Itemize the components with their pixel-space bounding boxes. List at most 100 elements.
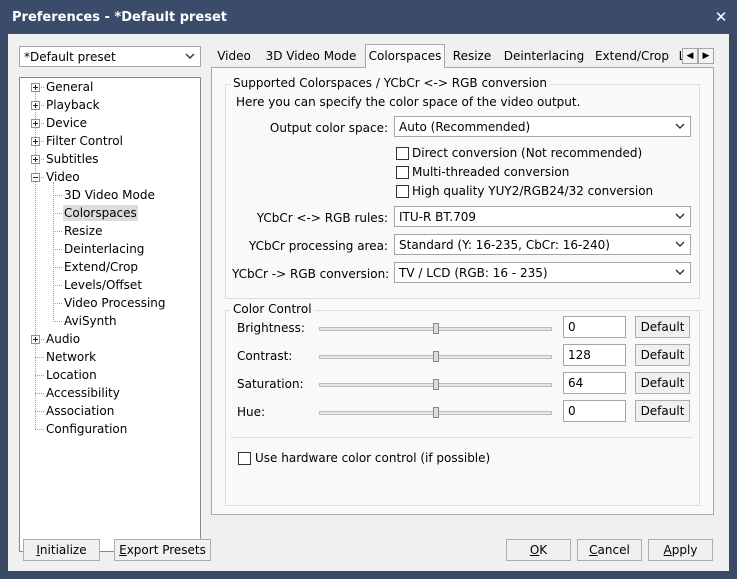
slider-thumb[interactable] [432,351,439,362]
high-quality-checkbox[interactable] [396,185,409,198]
expand-plus-icon[interactable] [31,119,40,128]
tree-item[interactable]: Audio [45,331,81,347]
tree-item[interactable]: Video Processing [63,295,167,311]
tree-item[interactable]: Configuration [45,421,128,437]
color-control-label: Contrast: [237,349,293,363]
value-field[interactable]: 64 [563,372,626,394]
expand-plus-icon[interactable] [31,155,40,164]
ok-button[interactable]: OK [506,539,571,561]
tree-item[interactable]: Network [45,349,97,365]
value-field[interactable]: 0 [563,400,626,422]
chevron-down-icon [185,50,195,62]
hardware-color-control-label: Use hardware color control (if possible) [255,451,491,465]
tree-item[interactable]: General [45,79,94,95]
tree-item[interactable]: Colorspaces [63,205,138,221]
tree-item[interactable]: Association [45,403,115,419]
tree-connector [35,375,44,376]
tree-item[interactable]: 3D Video Mode [63,187,156,203]
tree-item[interactable]: Accessibility [45,385,121,401]
export-presets-button[interactable]: Export Presets [114,539,211,561]
initialize-button[interactable]: Initialize [23,539,100,561]
multi-threaded-label: Multi-threaded conversion [412,165,570,179]
high-quality-label: High quality YUY2/RGB24/32 conversion [412,184,654,198]
close-icon[interactable]: ✕ [712,7,730,27]
tree-item[interactable]: Levels/Offset [63,277,143,293]
tree-connector [53,213,62,214]
default-button[interactable]: Default [635,344,690,366]
tab-colorspaces[interactable]: Colorspaces [365,44,445,68]
slider-thumb[interactable] [432,379,439,390]
tab-extend-crop[interactable]: Extend/Crop [593,46,671,67]
preferences-window: Preferences - *Default preset ✕ *Default… [0,0,737,579]
tab-scroll-right-icon[interactable]: ▶ [698,48,714,64]
default-button[interactable]: Default [635,316,690,338]
category-tree[interactable]: General Playback Device Filter Control Subti… [19,77,201,552]
output-color-space-label: Output color space: [269,121,388,135]
tree-item[interactable]: Device [45,115,88,131]
slider-thumb[interactable] [432,323,439,334]
expand-plus-icon[interactable] [31,137,40,146]
tree-item[interactable]: Video [45,169,81,185]
tab-resize[interactable]: Resize [449,46,495,67]
tree-connector [35,411,44,412]
window-title: Preferences - *Default preset [12,10,228,25]
dialog-client-area: *Default preset General Playback Device Fil… [8,34,729,571]
chevron-down-icon [675,238,685,250]
chevron-down-icon [675,120,685,132]
tree-connector [35,429,44,430]
tree-item[interactable]: Deinterlacing [63,241,145,257]
color-control-separator [231,437,693,438]
chevron-down-icon [675,266,685,278]
hardware-color-control-checkbox[interactable] [238,452,251,465]
tree-connector [53,321,62,322]
chevron-down-icon [675,210,685,222]
expand-plus-icon[interactable] [31,335,40,344]
rgb-rules-label: YCbCr <-> RGB rules: [256,211,388,225]
tree-item[interactable]: Extend/Crop [63,259,139,275]
output-color-space-value: Auto (Recommended) [399,120,531,134]
colorspace-description: Here you can specify the color space of … [236,95,581,109]
preset-dropdown-value: *Default preset [24,50,116,64]
tree-item[interactable]: Filter Control [45,133,124,149]
tab-3d-video-mode[interactable]: 3D Video Mode [263,46,359,67]
value-field[interactable]: 128 [563,344,626,366]
tree-item[interactable]: Subtitles [45,151,100,167]
tree-item[interactable]: Playback [45,97,101,113]
rgb-conversion-select[interactable]: TV / LCD (RGB: 16 - 235) [394,262,691,283]
default-button[interactable]: Default [635,400,690,422]
tab-scroll-left-icon[interactable]: ◀ [682,48,698,64]
cancel-button[interactable]: Cancel [577,539,642,561]
multi-threaded-checkbox[interactable] [396,166,409,179]
rgb-rules-value: ITU-R BT.709 [399,210,476,224]
output-color-space-select[interactable]: Auto (Recommended) [394,116,691,137]
processing-area-label: YCbCr processing area: [248,239,388,253]
title-bar[interactable]: Preferences - *Default preset ✕ [0,0,737,34]
color-control-group: Color Control [225,302,700,506]
color-control-label: Hue: [237,405,266,419]
apply-button[interactable]: Apply [648,539,713,561]
tree-video-children-line [53,182,54,320]
expand-plus-icon[interactable] [31,101,40,110]
tree-connector [53,231,62,232]
colorspace-group-title: Supported Colorspaces / YCbCr <-> RGB co… [230,76,550,90]
processing-area-select[interactable]: Standard (Y: 16-235, CbCr: 16-240) [394,234,691,255]
tree-connector [35,357,44,358]
processing-area-value: Standard (Y: 16-235, CbCr: 16-240) [399,238,610,252]
tree-item[interactable]: Resize [63,223,103,239]
collapse-minus-icon[interactable] [31,173,40,182]
tree-connector [35,393,44,394]
tree-connector [53,195,62,196]
tree-item[interactable]: Location [45,367,98,383]
tree-item[interactable]: AviSynth [63,313,118,329]
rgb-rules-select[interactable]: ITU-R BT.709 [394,206,691,227]
value-field[interactable]: 0 [563,316,626,338]
rgb-conversion-value: TV / LCD (RGB: 16 - 235) [399,266,548,280]
default-button[interactable]: Default [635,372,690,394]
slider-thumb[interactable] [432,407,439,418]
preset-dropdown[interactable]: *Default preset [19,46,201,67]
direct-conversion-checkbox[interactable] [396,147,409,160]
tab-deinterlacing[interactable]: Deinterlacing [501,46,587,67]
expand-plus-icon[interactable] [31,83,40,92]
tab-video[interactable]: Video [211,46,257,67]
tree-connector [53,249,62,250]
